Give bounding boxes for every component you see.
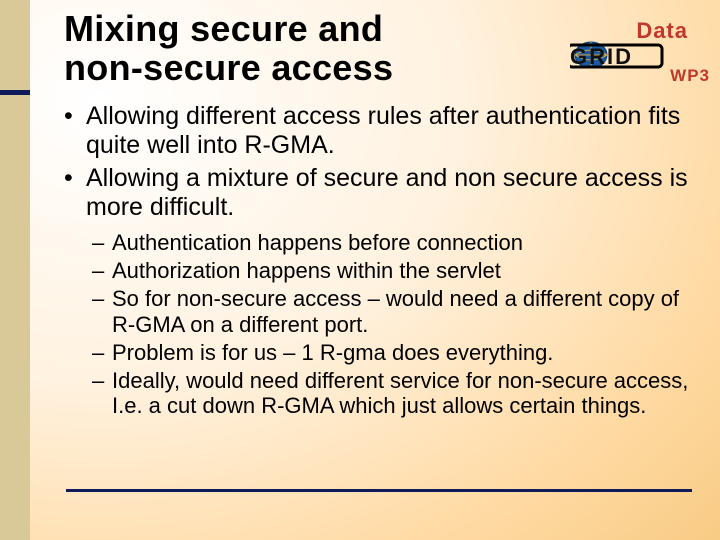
- sub-bullet-item: Authorization happens within the servlet: [92, 258, 700, 284]
- svg-text:GRID: GRID: [570, 44, 633, 69]
- header: Mixing secure and non-secure access Data…: [64, 8, 700, 102]
- sub-bullet-text: Problem is for us – 1 R-gma does everyth…: [112, 340, 553, 365]
- slide-title: Mixing secure and non-secure access: [64, 10, 393, 88]
- bullet-item: Allowing different access rules after au…: [64, 102, 700, 160]
- bullet-text: Allowing different access rules after au…: [86, 102, 680, 159]
- body-content: Allowing different access rules after au…: [64, 102, 700, 420]
- main-bullet-list: Allowing different access rules after au…: [64, 102, 700, 222]
- bullet-item: Allowing a mixture of secure and non sec…: [64, 164, 700, 222]
- datagrid-logo: Data GRID WP3: [570, 18, 700, 98]
- sub-bullet-text: So for non-secure access – would need a …: [112, 286, 679, 337]
- sub-bullet-item: So for non-secure access – would need a …: [92, 286, 700, 338]
- bottom-divider: [66, 489, 692, 492]
- sub-bullet-item: Ideally, would need different service fo…: [92, 368, 700, 420]
- title-line-2: non-secure access: [64, 47, 393, 88]
- slide-content: Mixing secure and non-secure access Data…: [30, 0, 720, 540]
- sub-bullet-text: Ideally, would need different service fo…: [112, 368, 688, 419]
- left-margin-strip: [0, 0, 30, 540]
- sub-bullet-text: Authentication happens before connection: [112, 230, 523, 255]
- logo-wp3-text: WP3: [670, 66, 710, 86]
- sub-bullet-text: Authorization happens within the servlet: [112, 258, 501, 283]
- title-line-1: Mixing secure and: [64, 8, 383, 49]
- sub-bullet-item: Problem is for us – 1 R-gma does everyth…: [92, 340, 700, 366]
- bullet-text: Allowing a mixture of secure and non sec…: [86, 164, 688, 221]
- sub-bullet-list: Authentication happens before connection…: [92, 230, 700, 420]
- sub-bullet-item: Authentication happens before connection: [92, 230, 700, 256]
